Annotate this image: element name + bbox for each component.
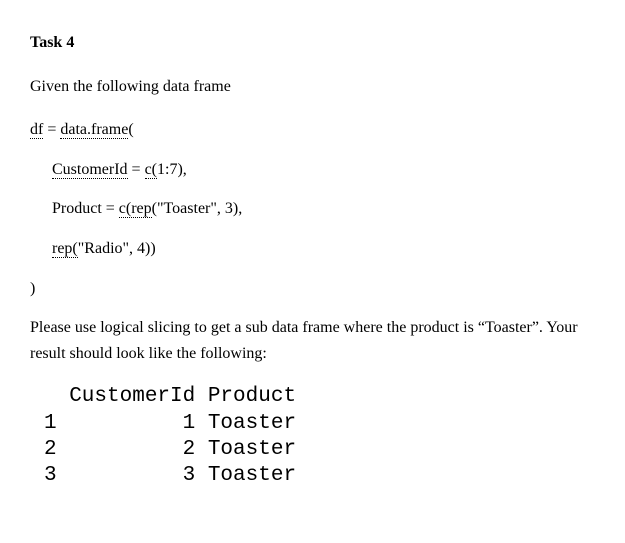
code-token-eq: =: [43, 121, 60, 138]
code-token-dataframe: data.frame: [60, 121, 128, 139]
intro-text: Given the following data frame: [30, 74, 595, 100]
code-line-1: df = data.frame(: [30, 117, 595, 143]
code-token-df: df: [30, 121, 43, 139]
code-token-c: c(: [145, 161, 157, 179]
output-row-1: 1 1 Toaster: [44, 412, 296, 435]
code-token-customerid: CustomerId: [52, 161, 128, 179]
output-table: CustomerId Product 1 1 Toaster 2 2 Toast…: [44, 384, 595, 489]
code-token-toaster: ("Toaster", 3),: [152, 200, 243, 217]
code-token-range: 1:7),: [157, 161, 187, 178]
code-token-rep: rep(: [52, 240, 78, 258]
code-token-eq2: =: [128, 161, 145, 178]
task-title: Task 4: [30, 30, 595, 56]
code-token-open: (: [128, 121, 133, 138]
code-line-4: rep("Radio", 4)): [30, 236, 595, 262]
instruction-text: Please use logical slicing to get a sub …: [30, 315, 595, 366]
code-token-radio: "Radio", 4)): [78, 240, 156, 257]
code-line-5: ): [30, 276, 595, 302]
code-token-product: Product =: [52, 200, 119, 217]
output-row-3: 3 3 Toaster: [44, 464, 296, 487]
code-line-2: CustomerId = c(1:7),: [30, 157, 595, 183]
output-header: CustomerId Product: [44, 385, 296, 408]
output-row-2: 2 2 Toaster: [44, 438, 296, 461]
code-line-3: Product = c(rep("Toaster", 3),: [30, 196, 595, 222]
code-token-crep: c(rep: [119, 200, 152, 218]
